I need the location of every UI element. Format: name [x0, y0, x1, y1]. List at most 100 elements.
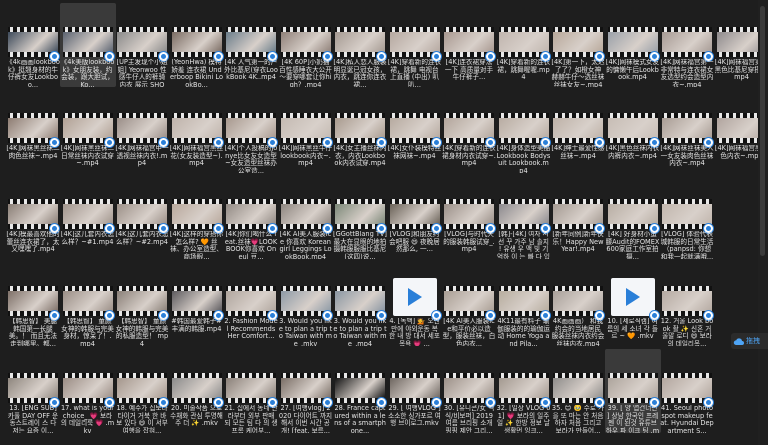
file-name-label: (YeonHwa) 模特 娇羞 连衣裙 Underboop Bikini Loo… [169, 59, 223, 87]
file-tile[interactable]: [VLOG]与时代天的服装韩服试穿_.mp4 [441, 175, 497, 259]
thumbnail-frame [62, 291, 113, 311]
thumbnail-frame [62, 32, 113, 52]
file-tile[interactable]: [4K]穿着新的连衣裙身材内衣试穿~.mp4 [441, 89, 497, 173]
thumbnail-frame [280, 291, 331, 311]
file-tile[interactable]: [4K]网袜丝袜美人一女友装肉色丝袜内衣~.mp4 [659, 89, 715, 173]
file-tile[interactable]: [4K]模最喜欢他的蕾丝连衣裙了，太又嘿嘿了.mp4 [5, 175, 61, 259]
file-tile[interactable]: 《4k画画lookbook》挺翘身材的牛仔裤女友Lookboo... [5, 3, 61, 87]
file-tile[interactable]: 27. [여행vlog] 2020 다이어트 까지 해서 이번 시간 공개! [… [278, 349, 334, 433]
file-tile[interactable]: 13. [ENG SUB] 카풀 DAY OFF 운동스트레이 스 다 저는 요… [5, 349, 61, 433]
file-tile[interactable]: 12. 거울 Look book 촬 ✨ 신혼 거울말 로디 😄 보라의 데일리… [659, 262, 715, 346]
file-tile[interactable]: [4K AI美人服装Ice 你喜欢 Korean girl Leggings L… [278, 175, 334, 259]
file-tile[interactable]: 41. Seoul photo spot makeup feat. Hyunda… [659, 349, 715, 433]
file-name-label: 4. [독백] 💁 오랜만에 야외운동 복 한 내 방 대서 세포 목욕 💗 .… [389, 318, 440, 346]
file-tile[interactable]: [4K]这几套内衣怎么样？~#2.mp4 [114, 175, 170, 259]
file-name-label: 20. 미술작품 으로 수채화 관심 투명해 주 더 ✨ .mkv [170, 405, 223, 427]
file-tile[interactable]: [4K]网袜福宫黑丝花(女友装造型~).mp4 [169, 89, 225, 173]
file-tile[interactable]: 4K11最有料子 瑜伽服装的的瑜伽运动 Home Yoga and Pila..… [496, 262, 552, 346]
file-tile[interactable]: [4K]你们喝什么 feat.丝袜💗LOOKBOOK你喜欢 Oneul 豆... [223, 175, 279, 259]
file-tile[interactable]: 【韩思智】 童颜女神的韩服与完美的私服造型！ mp4 [114, 262, 170, 346]
file-name-label: [韩]-[4K] 여자 시선 꾸 가주 남 솔지 ! 유생 우 맥 빛 기억하 … [497, 231, 550, 259]
thumbnail-frame [226, 378, 276, 398]
file-tile[interactable]: [4K]网袜福宫第一非常特与连衣裙女友选型约会造型内衣~.mp4 [659, 3, 715, 87]
file-tile[interactable]: [4K]第一下，太迟了了？如橙女神 赫赫牛仔～选丝袜丝袜女友~.mp4 [550, 3, 606, 87]
thumbnail-frame [498, 291, 549, 311]
file-tile[interactable]: 18. 예주가 집보라 타이거 거북 한 바보 있다 😄 이 서부여행을 잡혀.… [114, 349, 170, 433]
file-tile[interactable]: 3. Would you like to plan a trip to Taiw… [332, 262, 388, 346]
file-tile[interactable]: [4K]女仆装模特丝袜网袜~.mp4 [387, 89, 443, 173]
file-tile[interactable]: 2. Fashion Model Recommends Her Comfort.… [223, 262, 279, 346]
file-tile[interactable]: 29. [ 여행VLOG ] 소소한 싱가포르 여행 브이로그.mkv [387, 349, 443, 433]
file-tile[interactable]: [VLOG] 体验代表城韩服的日常生活（panpsd: 你想和我一起就满哦... [659, 175, 715, 259]
file-name-label: [4K]穿着新的连衣裙，跳舞 电视台上直播 (中出) 叭叭... [387, 59, 442, 87]
file-tile[interactable]: [4K]黑色丝袜内衣内裤内衣~.mp4 [605, 89, 661, 173]
file-tile[interactable]: [韩]-[4K] 여자 시선 꾸 가주 남 솔지 ! 유생 우 맥 빛 기억하 … [496, 175, 552, 259]
file-tile[interactable]: 【韩思智】 童颜女神的韩服与完美身材，惊呆了！.mp4 [60, 262, 116, 346]
thumbnail-frame [662, 32, 712, 52]
file-tile[interactable]: 28. France captured within a lens of a s… [332, 349, 388, 433]
thumbnail-frame [117, 204, 167, 224]
file-tile[interactable]: [UP主发现个小姐姐] Yeonwoo 性感牛仔人的裤骑 内衣 展示 SHOW.… [114, 3, 170, 87]
file-tile[interactable]: [4K] 好身材小蛮腰Audit的FOMEX 600家庭工作室拍摄... [605, 175, 661, 259]
file-tile[interactable]: [4K 60P]小奶猫百性感睡衣大公开～要穿哪套让你high？.mp4 [278, 3, 334, 87]
play-icon [625, 288, 640, 306]
file-tile[interactable]: [新年同例]新年快乐！Happy New Year!.mp4 [550, 175, 606, 259]
file-name-label: [4K]你们喝什么 feat.丝袜💗LOOKBOOK你喜欢 Oneul 豆... [224, 231, 278, 259]
file-name-label: 2. Fashion Model Recommends Her Comfort.… [224, 318, 278, 340]
file-tile[interactable]: 39. [ 양 앱건너편 ] 상남 한국인 프레젠 이 된것 유튜브하우 파 이… [604, 349, 661, 433]
file-name-label: 21. 집에서 동네 란 라부터 외부 판매 되 모든 팀 다 의 생프롬 케어… [224, 405, 278, 433]
file-tile[interactable]: [4K]女主播丝袜内衣，内衣Lookbook内衣试穿.mp4 [332, 89, 388, 173]
file-tile[interactable]: [4K]私人恋人服装明显诞已冠女孩，内衣，跳连你连衣裙... [332, 3, 388, 87]
thumbnail-frame [62, 378, 113, 398]
file-tile[interactable]: [4K]网袜福宫甲一透视丝袜内衣!.mp4 [114, 89, 170, 173]
file-name-label: 29. [ 여행VLOG ] 소소한 싱가포르 여행 브이로그.mkv [388, 405, 441, 427]
thumbnail-frame [553, 378, 603, 398]
file-tile[interactable]: [4K]穿着新的连衣裙，跳舞 电视台上直播 (中出) 叭叭... [387, 3, 443, 87]
file-tile[interactable]: 17. what is your choice_ 💗 보라의 데일리룩 💗 .m… [60, 349, 116, 433]
file-name-label: [4K 60P]小奶猫百性感睡衣大公开～要穿哪套让你high？.mp4 [279, 59, 332, 87]
file-tile[interactable]: [4K]网袜黑丝牛仔lookbook内衣~.mp4 [278, 89, 334, 173]
thumbnail-frame [171, 32, 222, 52]
file-tile[interactable]: [4K 人气第一的户外比基尼(穿衣LookBook 4K..mp4 [223, 3, 279, 87]
file-tile[interactable]: [4K]个人投稿的Jonye比女友女造型~女友造型丝袜办公室造... [223, 89, 279, 173]
file-tile[interactable]: [VLOG]和朋友约会吧服 😄 夜晚居然那么, 一... [387, 175, 443, 259]
thumbnail-frame [389, 204, 440, 224]
file-tile[interactable]: 3. Would you like to plan a trip to Taiw… [278, 262, 334, 346]
file-tile[interactable]: [4K]网袜黑丝袜二日常丝袜内衣试穿~.mp4 [60, 89, 116, 173]
file-name-label: 4K11最有料子 瑜伽服装的的瑜伽运动 Home Yoga and Pila..… [497, 318, 550, 346]
file-tile[interactable]: 32. [일상 VLOG 01] 💗 보라의 일주일 ✨ 한방 정보 날 생활먼… [496, 349, 552, 433]
file-tile[interactable]: 10. [세로직캠] 여름의 세 소녀 각 들르 ~ 🧡 .mkv [605, 262, 661, 346]
file-tile[interactable]: [4K]绅士最爱性感丝袜~.mp4 [550, 89, 606, 173]
play-icon [407, 288, 422, 306]
file-tile[interactable]: [4K]这样的穿搭你怎么样? 🧡 丝袜、办公室造型、商场眼... [169, 175, 225, 259]
file-tile[interactable]: 20. 미술작품 으로 수채화 관심 투명해 주 더 ✨ .mkv [169, 349, 225, 433]
file-name-label: [4K]绅士最爱性感丝袜~.mp4 [551, 145, 605, 160]
file-name-label: [GGottBlang TV]最大在显眼的地拍摄韩服服服比基尼 (这四)说... [333, 231, 387, 259]
file-tile[interactable]: 21. 집에서 동네 란 라부터 외부 판매 되 모든 팀 다 의 생프롬 케어… [223, 349, 279, 433]
vertical-scrollbar[interactable] [758, 0, 768, 445]
file-tile[interactable]: [4K]网袜模式女友的慵懒午后Lookbook.mp4 [605, 3, 661, 87]
file-tile[interactable]: [4K]连衣裙穿法 一下 高质量对手 牛仔裤子... [441, 3, 497, 87]
file-tile[interactable]: 30. [유니콘/女 엑식/비보퍼] 2019 여름 브리핑 소개 핑핑 제안 … [441, 349, 497, 433]
file-name-label: [4K AI美人服装Ice和平价必以造型，服装丝袜，白色内衣... [442, 318, 496, 346]
file-tile[interactable]: 4K画画画） 和我约会的当地居民 服装丝袜内衣约会丝袜内衣.mp4 [550, 262, 606, 346]
file-tile[interactable]: 35. 😊 🥹 수로 가을 또 마는 안 처음 하자 처음 그리고 보라가 만들… [550, 349, 606, 433]
thumbnail-frame [117, 32, 167, 52]
thumbnail-frame [171, 378, 222, 398]
sync-drag-button[interactable]: 拖拽 [731, 333, 768, 349]
file-tile[interactable]: 【韩思智】 美腿韩国第一长腿美。！ 而且无法走到哪里。都... [5, 262, 61, 346]
file-tile[interactable]: 《4k美版lookbook》女朋友装，约会装，跟大胆试，Ko... [59, 3, 116, 87]
thumbnail-frame [498, 204, 549, 224]
file-tile[interactable]: [4K]穿着新的连衣裙，跳舞喔喔.mp4 [496, 3, 552, 87]
file-tile[interactable]: 4. [독백] 💁 오랜만에 야외운동 복 한 내 방 대서 세포 목욕 💗 .… [387, 262, 443, 346]
file-tile[interactable]: #韩国最爱韩子#丰满的韩服.mp4 [169, 262, 225, 346]
file-tile[interactable]: [4K]网袜黑丝袜二肉色丝袜~.mp4 [5, 89, 61, 173]
thumbnail-frame [226, 118, 276, 138]
file-name-label: [4K]网袜黑丝牛仔lookbook内衣~.mp4 [278, 145, 333, 167]
file-tile[interactable]: [4K]身体造型美酷Lookbook Bodysuit Lookbook.mp4 [496, 89, 552, 173]
file-tile[interactable]: [4K]这几套内衣怎么样？~#1.mp4 [60, 175, 116, 259]
scrollbar-thumb[interactable] [760, 6, 765, 256]
file-tile[interactable]: [4K AI美人服装Ice和平价必以造型，服装丝袜，白色内衣... [441, 262, 497, 346]
file-tile[interactable]: [GGottBlang TV]最大在显眼的地拍摄韩服服服比基尼 (这四)说... [332, 175, 388, 259]
file-tile[interactable]: (YeonHwa) 模特 娇羞 连衣裙 Underboop Bikini Loo… [169, 3, 225, 87]
